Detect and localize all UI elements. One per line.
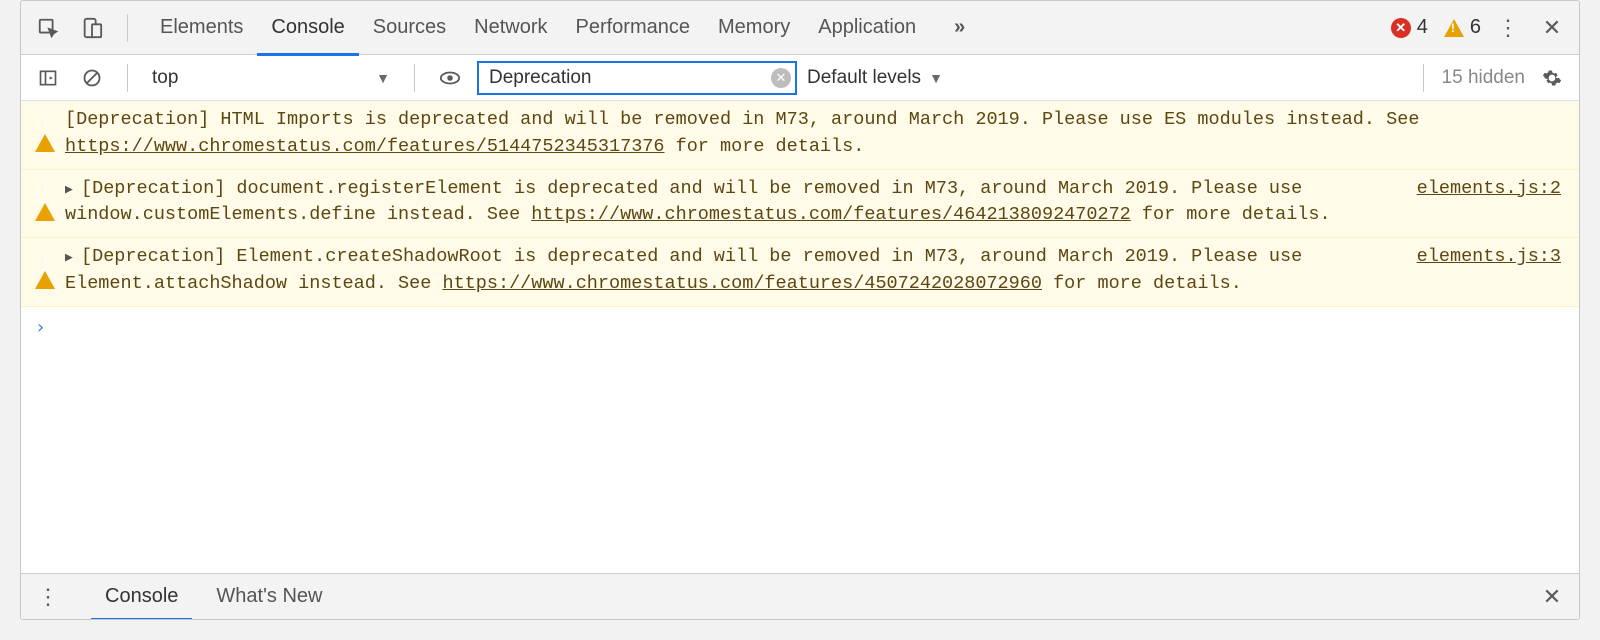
message-source-link[interactable]: elements.js:3 bbox=[1417, 244, 1561, 271]
console-message: [Deprecation] HTML Imports is deprecated… bbox=[21, 101, 1579, 170]
drawer-tabs-bar: ⋮ ConsoleWhat's New ✕ bbox=[21, 573, 1579, 619]
message-text: [Deprecation] HTML Imports is deprecated… bbox=[65, 107, 1561, 161]
warning-icon bbox=[35, 248, 55, 298]
tab-elements[interactable]: Elements bbox=[146, 1, 257, 55]
clear-console-icon[interactable] bbox=[75, 61, 109, 95]
live-expression-icon[interactable] bbox=[433, 61, 467, 95]
warning-icon bbox=[35, 180, 55, 230]
prompt-glyph: › bbox=[35, 317, 46, 338]
hidden-messages-label[interactable]: 15 hidden bbox=[1442, 67, 1525, 89]
device-toolbar-icon[interactable] bbox=[75, 11, 109, 45]
execution-context-selector[interactable]: top ▼ bbox=[146, 67, 396, 89]
separator bbox=[1423, 64, 1424, 92]
message-link[interactable]: https://www.chromestatus.com/features/51… bbox=[65, 136, 665, 157]
close-devtools-icon[interactable]: ✕ bbox=[1535, 11, 1569, 45]
warning-icon bbox=[1444, 19, 1464, 37]
warning-count-badge[interactable]: 6 bbox=[1444, 16, 1481, 39]
context-label: top bbox=[152, 67, 178, 89]
drawer-tab-what-s-new[interactable]: What's New bbox=[202, 574, 336, 620]
close-drawer-icon[interactable]: ✕ bbox=[1535, 580, 1569, 614]
tab-application[interactable]: Application bbox=[804, 1, 930, 55]
tab-sources[interactable]: Sources bbox=[359, 1, 460, 55]
expand-icon[interactable]: ▶ bbox=[65, 181, 77, 200]
filter-input[interactable] bbox=[477, 61, 797, 95]
message-text: elements.js:2▶[Deprecation] document.reg… bbox=[65, 176, 1561, 230]
console-prompt[interactable]: › bbox=[21, 307, 1579, 348]
drawer-tabs: ConsoleWhat's New bbox=[91, 574, 336, 620]
log-levels-selector[interactable]: Default levels ▼ bbox=[807, 67, 943, 89]
clear-filter-icon[interactable]: ✕ bbox=[771, 68, 791, 88]
tabs-overflow-button[interactable]: » bbox=[940, 1, 979, 55]
console-toolbar: top ▼ ✕ Default levels ▼ 15 hidden bbox=[21, 55, 1579, 101]
console-message: elements.js:2▶[Deprecation] document.reg… bbox=[21, 170, 1579, 239]
warning-icon bbox=[35, 111, 55, 161]
overflow-glyph: » bbox=[954, 16, 965, 39]
error-icon: ✕ bbox=[1391, 18, 1411, 38]
main-tabs: ElementsConsoleSourcesNetworkPerformance… bbox=[146, 1, 930, 55]
chevron-down-icon: ▼ bbox=[376, 70, 390, 86]
tab-network[interactable]: Network bbox=[460, 1, 561, 55]
filter-input-wrap: ✕ bbox=[477, 61, 797, 95]
warning-count: 6 bbox=[1470, 16, 1481, 39]
devtools-tabs-bar: ElementsConsoleSourcesNetworkPerformance… bbox=[21, 1, 1579, 55]
error-count: 4 bbox=[1417, 16, 1428, 39]
console-messages: [Deprecation] HTML Imports is deprecated… bbox=[21, 101, 1579, 573]
tab-memory[interactable]: Memory bbox=[704, 1, 804, 55]
console-settings-icon[interactable] bbox=[1535, 61, 1569, 95]
chevron-down-icon: ▼ bbox=[929, 70, 943, 86]
settings-menu-icon[interactable]: ⋮ bbox=[1491, 11, 1525, 45]
error-count-badge[interactable]: ✕ 4 bbox=[1391, 16, 1428, 39]
separator bbox=[414, 64, 415, 92]
message-link[interactable]: https://www.chromestatus.com/features/45… bbox=[442, 273, 1042, 294]
tab-console[interactable]: Console bbox=[257, 1, 358, 55]
expand-icon[interactable]: ▶ bbox=[65, 249, 77, 268]
console-message: elements.js:3▶[Deprecation] Element.crea… bbox=[21, 238, 1579, 307]
message-link[interactable]: https://www.chromestatus.com/features/46… bbox=[531, 204, 1131, 225]
separator bbox=[127, 14, 128, 42]
inspect-element-icon[interactable] bbox=[31, 11, 65, 45]
message-text: elements.js:3▶[Deprecation] Element.crea… bbox=[65, 244, 1561, 298]
drawer-menu-icon[interactable]: ⋮ bbox=[31, 580, 65, 614]
separator bbox=[127, 64, 128, 92]
message-source-link[interactable]: elements.js:2 bbox=[1417, 176, 1561, 203]
levels-label: Default levels bbox=[807, 67, 921, 89]
drawer-tab-console[interactable]: Console bbox=[91, 574, 192, 620]
toggle-sidebar-icon[interactable] bbox=[31, 61, 65, 95]
tab-performance[interactable]: Performance bbox=[562, 1, 705, 55]
